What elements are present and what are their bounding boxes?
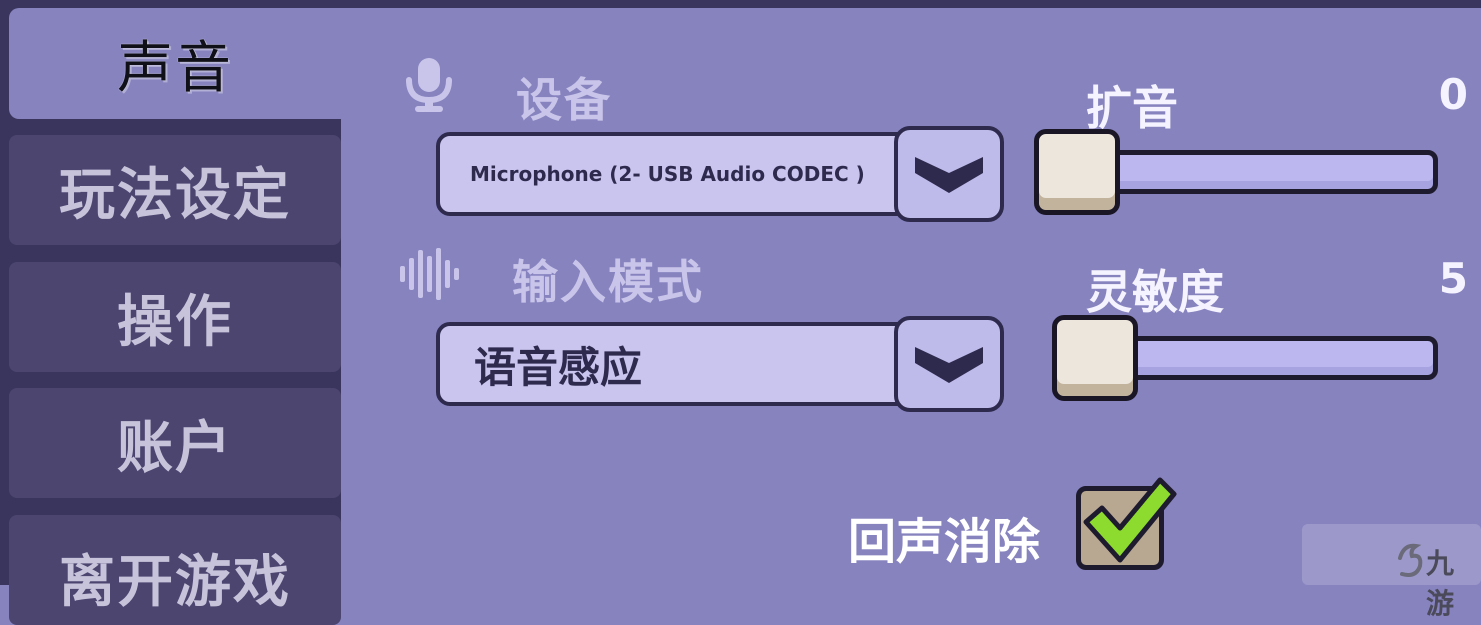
amplify-slider-thumb[interactable]	[1034, 129, 1120, 215]
device-dropdown-button[interactable]	[894, 126, 1004, 222]
microphone-icon	[406, 58, 452, 112]
sensitivity-value: 5	[1438, 254, 1468, 303]
echo-cancel-label: 回声消除	[848, 514, 1041, 570]
tab-gameplay[interactable]: 玩法设定	[9, 135, 341, 245]
device-selected-value: Microphone (2- USB Audio CODEC )	[470, 162, 865, 186]
tab-account[interactable]: 账户	[9, 388, 341, 498]
tab-label: 离开游戏	[59, 550, 291, 615]
tab-label: 账户	[117, 415, 233, 481]
input-mode-label: 输入模式	[512, 255, 704, 309]
input-mode-selected-value: 语音感应	[474, 342, 643, 392]
sound-wave-icon	[400, 248, 459, 300]
sensitivity-slider-thumb[interactable]	[1052, 315, 1138, 401]
sensitivity-slider-track[interactable]	[1114, 336, 1438, 380]
chevron-down-icon	[915, 157, 983, 193]
echo-cancel-checkbox[interactable]	[1076, 486, 1164, 570]
top-bar	[0, 0, 1481, 8]
input-mode-dropdown-button[interactable]	[894, 316, 1004, 412]
device-label: 设备	[516, 73, 612, 127]
sensitivity-label: 灵敏度	[1086, 265, 1224, 319]
watermark: 九游	[1302, 520, 1481, 620]
input-mode-select-field[interactable]: 语音感应	[436, 322, 916, 406]
watermark-text: 九游	[1426, 547, 1455, 620]
device-dropdown[interactable]: Microphone (2- USB Audio CODEC )	[436, 126, 1008, 222]
tab-label: 操作	[117, 289, 233, 355]
chevron-down-icon	[915, 347, 983, 383]
tab-sound[interactable]: 声音	[9, 8, 341, 119]
tab-label: 声音	[117, 36, 233, 101]
input-mode-dropdown[interactable]: 语音感应	[436, 316, 1008, 412]
tab-leave-game[interactable]: 离开游戏	[9, 515, 341, 625]
device-select-field[interactable]: Microphone (2- USB Audio CODEC )	[436, 132, 916, 216]
tab-controls[interactable]: 操作	[9, 262, 341, 372]
amplify-value: 0	[1438, 70, 1468, 119]
tab-label: 玩法设定	[59, 162, 291, 228]
amplify-slider-track[interactable]	[1096, 150, 1438, 194]
